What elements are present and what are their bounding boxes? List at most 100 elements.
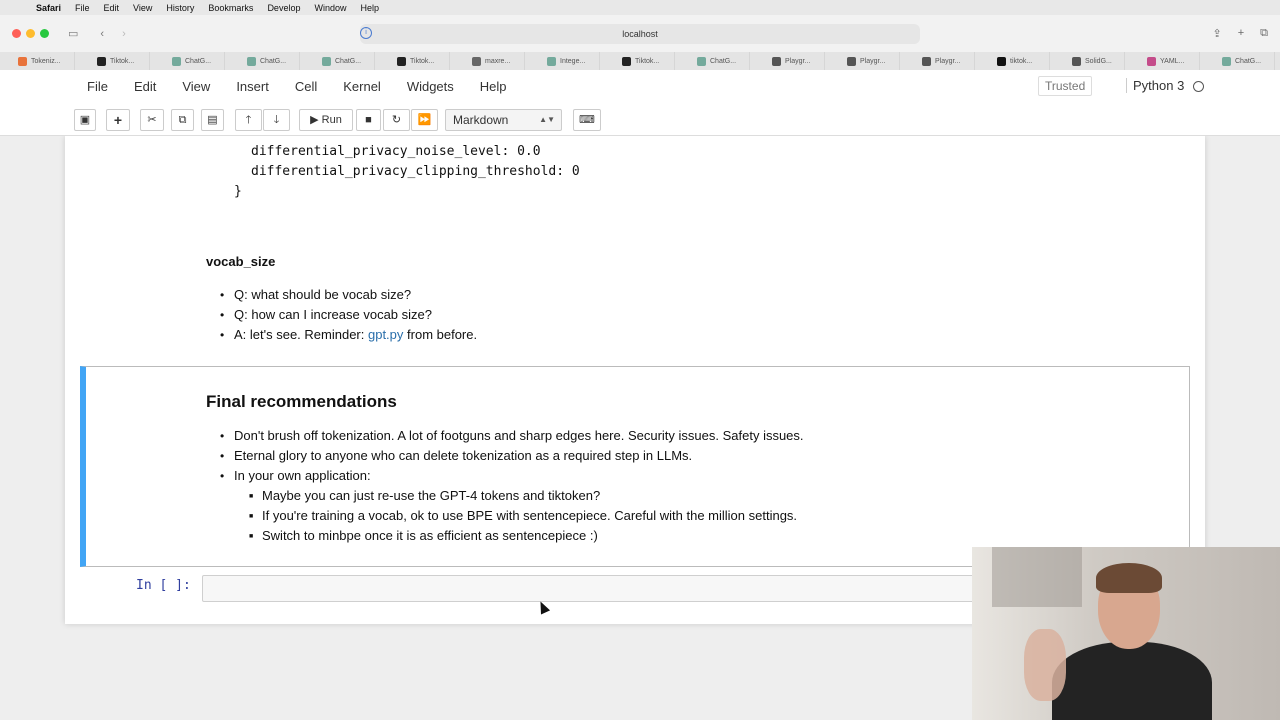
browser-tab[interactable]: Tiktok... — [600, 52, 675, 70]
restart-run-all-icon[interactable]: ⏩ — [411, 109, 438, 131]
tab-label: Tokeniz... — [31, 57, 61, 65]
tab-label: Playgr... — [935, 57, 961, 65]
menu-file[interactable]: File — [75, 3, 90, 13]
menu-edit[interactable]: Edit — [104, 3, 120, 13]
code-input-cell[interactable] — [202, 575, 992, 602]
window-controls — [12, 29, 54, 38]
save-icon[interactable]: ▣ — [74, 109, 96, 131]
list-item: Don't brush off tokenization. A lot of f… — [220, 428, 804, 448]
share-icon[interactable]: ⇪ — [1212, 27, 1221, 40]
restart-icon[interactable]: ↻ — [383, 109, 410, 131]
browser-tab[interactable]: Tokeniz... — [0, 52, 75, 70]
menu-bookmarks[interactable]: Bookmarks — [208, 3, 253, 13]
jmenu-insert[interactable]: Insert — [223, 79, 282, 94]
webcam-shelf — [992, 547, 1082, 607]
final-recommendations-heading: Final recommendations — [206, 392, 397, 411]
gpt-py-link[interactable]: gpt.py — [368, 327, 403, 342]
browser-tab[interactable]: ChatG... — [675, 52, 750, 70]
tab-label: ChatG... — [335, 57, 362, 65]
browser-tab[interactable]: Tiktok... — [375, 52, 450, 70]
toolbar-right: ⇪ + ⧉ — [1212, 27, 1268, 40]
paste-icon[interactable]: ▤ — [201, 109, 224, 131]
trusted-indicator[interactable]: Trusted — [1038, 76, 1093, 96]
menu-view[interactable]: View — [133, 3, 152, 13]
browser-tab[interactable]: ChatG... — [225, 52, 300, 70]
back-icon[interactable]: ‹ — [100, 28, 104, 40]
forward-icon[interactable]: › — [122, 28, 126, 40]
zoom-window-button[interactable] — [40, 29, 49, 38]
code-brace: } — [234, 184, 242, 199]
tab-favicon-icon — [547, 56, 556, 66]
tab-label: maxre... — [485, 57, 511, 65]
move-up-icon[interactable]: 🡑 — [235, 109, 262, 131]
tab-label: ChatG... — [260, 57, 287, 65]
tab-favicon-icon — [172, 56, 181, 66]
select-arrow-icon: ▲▼ — [539, 115, 555, 124]
tab-favicon-icon — [1147, 56, 1156, 66]
run-button[interactable]: ▶ Run — [299, 109, 353, 131]
stop-icon[interactable]: ■ — [356, 109, 381, 131]
browser-tab[interactable]: tiktok... — [975, 52, 1050, 70]
browser-tab[interactable]: SolidG... — [1050, 52, 1125, 70]
insert-cell-icon[interactable]: + — [106, 109, 130, 131]
jmenu-kernel[interactable]: Kernel — [330, 79, 394, 94]
code-line: differential_privacy_clipping_threshold:… — [251, 164, 580, 179]
browser-tab[interactable]: ChatG... — [1200, 52, 1275, 70]
menu-help[interactable]: Help — [360, 3, 379, 13]
tab-favicon-icon — [247, 56, 256, 66]
list-item: Q: what should be vocab size? — [220, 287, 477, 307]
browser-tab[interactable]: YAML... — [1125, 52, 1200, 70]
run-icon: ▶ — [310, 114, 319, 126]
menu-safari[interactable]: Safari — [36, 3, 61, 13]
new-tab-icon[interactable]: + — [1238, 27, 1244, 40]
tab-label: Tiktok... — [110, 57, 135, 65]
browser-tab[interactable]: ChatG... — [150, 52, 225, 70]
browser-tab[interactable]: Intege... — [525, 52, 600, 70]
browser-tab[interactable]: Playgr... — [900, 52, 975, 70]
jmenu-file[interactable]: File — [74, 79, 121, 94]
final-list: Don't brush off tokenization. A lot of f… — [220, 428, 804, 488]
cell-type-select[interactable]: Markdown ▲▼ — [445, 109, 562, 131]
tab-label: SolidG... — [1085, 57, 1112, 65]
address-bar[interactable]: localhost — [360, 24, 920, 44]
browser-tab[interactable]: Playgr... — [825, 52, 900, 70]
cut-icon[interactable]: ✂ — [140, 109, 164, 131]
jmenu-edit[interactable]: Edit — [121, 79, 169, 94]
input-prompt: In [ ]: — [136, 578, 191, 593]
close-window-button[interactable] — [12, 29, 21, 38]
jmenu-help[interactable]: Help — [467, 79, 520, 94]
tab-label: ChatG... — [1235, 57, 1262, 65]
menu-history[interactable]: History — [166, 3, 194, 13]
jmenu-view[interactable]: View — [169, 79, 223, 94]
browser-tab[interactable]: Tiktok... — [75, 52, 150, 70]
tab-favicon-icon — [847, 56, 856, 66]
list-item: Switch to minbpe once it is as efficient… — [249, 528, 797, 548]
browser-tab[interactable]: Playgr... — [750, 52, 825, 70]
copy-icon[interactable]: ⧉ — [171, 109, 194, 131]
tab-favicon-icon — [397, 56, 406, 66]
jmenu-widgets[interactable]: Widgets — [394, 79, 467, 94]
run-label: Run — [321, 114, 342, 126]
sidebar-icon[interactable]: ▭ — [68, 27, 78, 40]
browser-tab[interactable]: ChatG... — [300, 52, 375, 70]
menu-window[interactable]: Window — [314, 3, 346, 13]
tab-favicon-icon — [997, 56, 1006, 66]
webcam-overlay — [972, 547, 1280, 720]
menu-develop[interactable]: Develop — [267, 3, 300, 13]
list-item-text: from before. — [403, 327, 478, 342]
jmenu-cell[interactable]: Cell — [282, 79, 330, 94]
kernel-status-icon — [1193, 81, 1204, 92]
tab-label: Intege... — [560, 57, 586, 65]
tab-overview-icon[interactable]: ⧉ — [1260, 27, 1268, 40]
list-item: If you're training a vocab, ok to use BP… — [249, 508, 797, 528]
minimize-window-button[interactable] — [26, 29, 35, 38]
tab-label: YAML... — [1160, 57, 1185, 65]
tab-favicon-icon — [97, 56, 106, 66]
kernel-name[interactable]: Python 3 — [1126, 78, 1184, 93]
tab-favicon-icon — [1222, 56, 1231, 66]
move-down-icon[interactable]: 🡓 — [263, 109, 290, 131]
browser-tab[interactable]: maxre... — [450, 52, 525, 70]
tab-strip: Tokeniz... Tiktok... ChatG... ChatG... ChatG… — [0, 52, 1280, 70]
keyboard-icon[interactable]: ⌨ — [573, 109, 601, 131]
privacy-report-icon[interactable]: i — [360, 27, 372, 39]
